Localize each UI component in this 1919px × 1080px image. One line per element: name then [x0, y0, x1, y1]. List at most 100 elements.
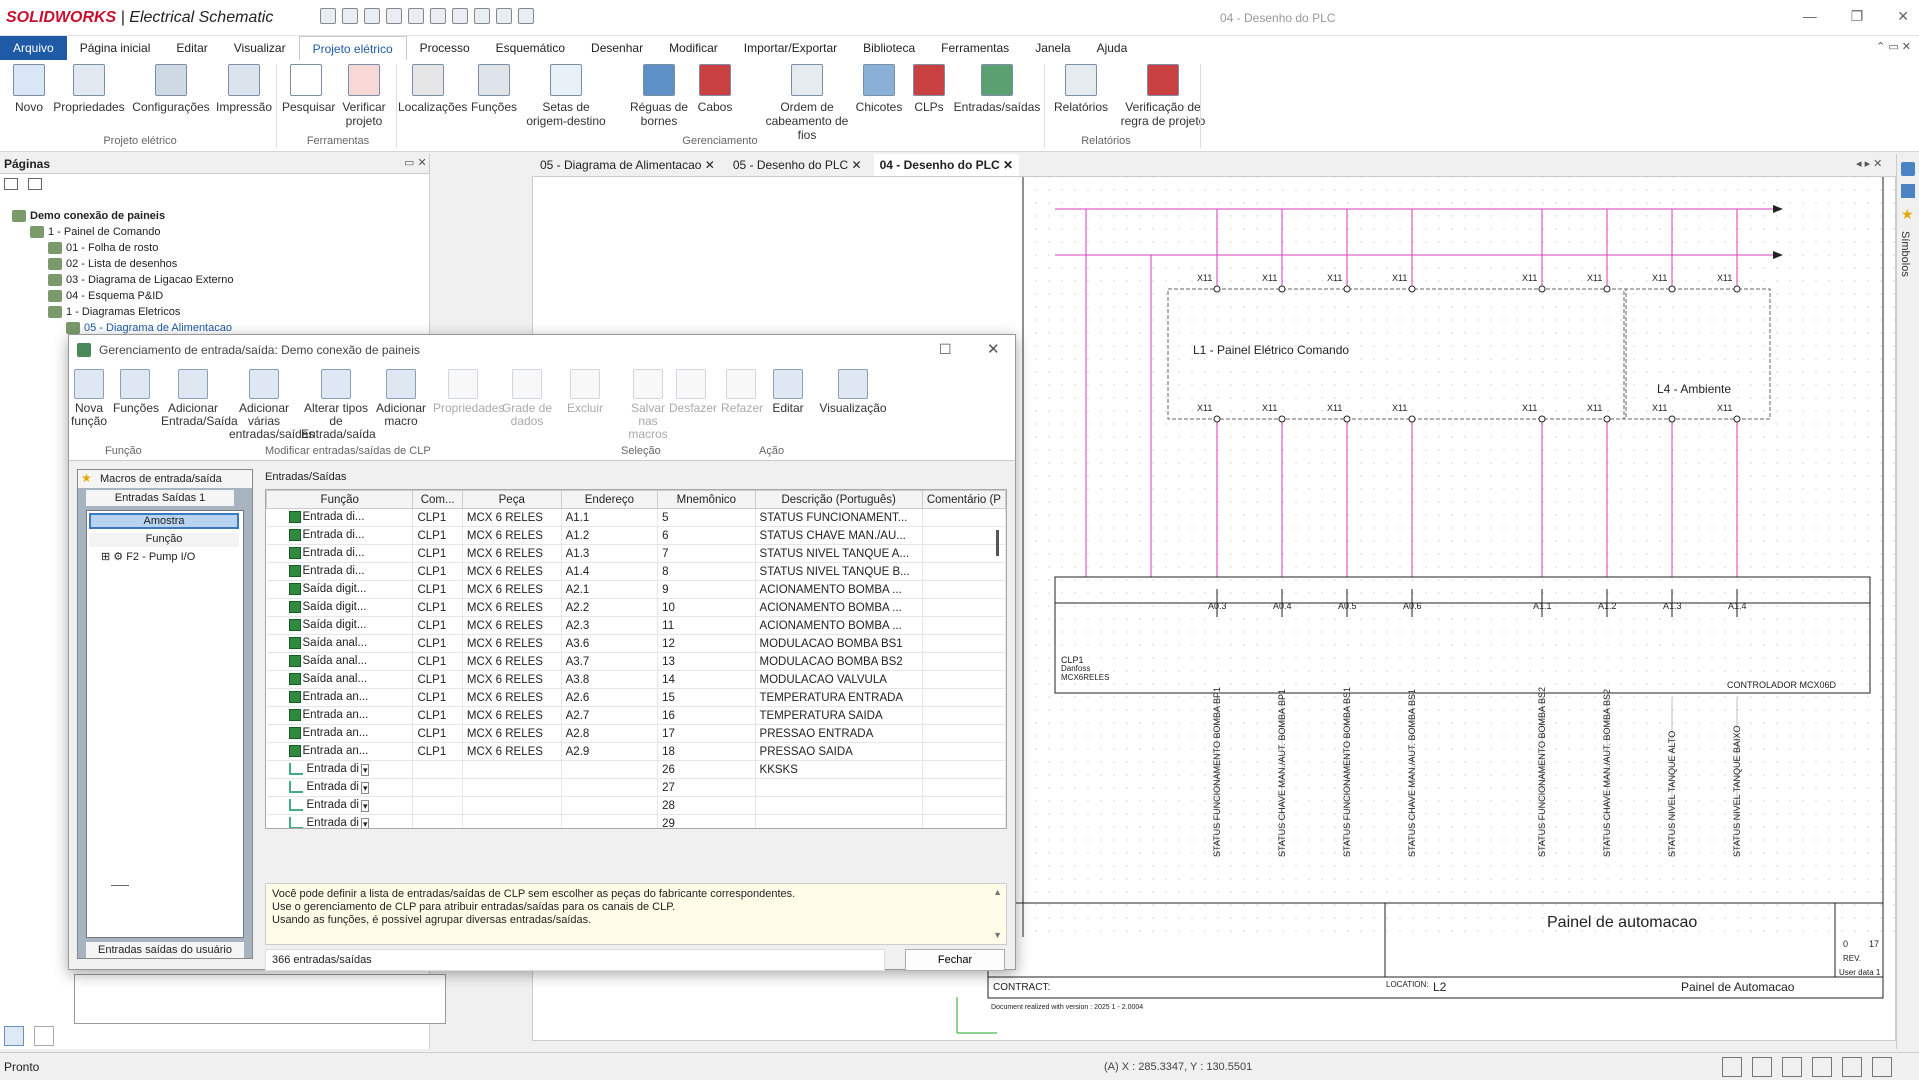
info-scroll-down-icon[interactable]: ▼	[993, 929, 1002, 942]
tree-view-icon[interactable]	[4, 178, 18, 190]
table-row[interactable]: Entrada an... CLP1 MCX 6 RELES A2.6 15 TEMPER…	[266, 688, 1006, 707]
restore-icon[interactable]: ❐	[1851, 8, 1864, 25]
home-icon[interactable]	[1901, 162, 1915, 176]
find-icon[interactable]	[518, 8, 534, 24]
tab-close-icon[interactable]: ✕	[848, 158, 862, 172]
ribbon-btn-1[interactable]: Propriedades	[52, 64, 126, 114]
table-row[interactable]: Saída digit... CLP1 MCX 6 RELES A2.1 9 ACIONA…	[266, 580, 1006, 599]
minimize-icon[interactable]: —	[1803, 8, 1817, 25]
close-icon[interactable]: ✕	[1897, 8, 1909, 25]
tree-item[interactable]: 03 - Diagrama de Ligacao Externo	[48, 272, 234, 288]
ribbon-btn-6[interactable]: Localizações	[398, 64, 467, 114]
table-row[interactable]: Entrada an... CLP1 MCX 6 RELES A2.7 16 TEMPER…	[266, 706, 1006, 725]
doc-tab-2[interactable]: 04 - Desenho do PLC ✕	[873, 154, 1020, 176]
menu-10[interactable]: Biblioteca	[850, 36, 928, 60]
menu-3[interactable]: Visualizar	[221, 36, 299, 60]
table-row[interactable]: Entrada di ▾ 29	[266, 814, 1006, 828]
tree-item[interactable]: 04 - Esquema P&ID	[48, 288, 163, 304]
preview-icon[interactable]	[4, 1026, 24, 1046]
tree-item[interactable]: 1 - Diagramas Eletricos	[48, 304, 180, 320]
menu-0[interactable]: Arquivo	[0, 36, 67, 60]
column-header[interactable]: Comentário (P	[921, 490, 1006, 509]
table-scrollbar[interactable]	[996, 530, 999, 556]
copy-icon[interactable]	[452, 8, 468, 24]
table-row[interactable]: Saída digit... CLP1 MCX 6 RELES A2.3 11 ACION…	[266, 616, 1006, 635]
column-header[interactable]: Endereço	[560, 490, 659, 509]
ortho-icon[interactable]	[1752, 1057, 1772, 1077]
ribbon-btn-12[interactable]: Chicotes	[854, 64, 904, 114]
table-row[interactable]: Saída anal... CLP1 MCX 6 RELES A3.6 12 MODULA…	[266, 634, 1006, 653]
table-row[interactable]: Entrada an... CLP1 MCX 6 RELES A2.8 17 PRESSA…	[266, 724, 1006, 743]
table-row[interactable]: Entrada an... CLP1 MCX 6 RELES A2.9 18 PRESSA…	[266, 742, 1006, 761]
page-view-icon[interactable]	[28, 178, 42, 190]
dialog-btn-3[interactable]: Adicionar várias entradas/saídas	[229, 369, 314, 441]
dropdown-icon[interactable]: ▾	[360, 763, 370, 776]
table-row[interactable]: Entrada di... CLP1 MCX 6 RELES A1.3 7 STATUS …	[266, 544, 1006, 563]
ribbon-controls[interactable]: ⌃ ▭ ✕	[1876, 40, 1911, 53]
tree-item[interactable]: 02 - Lista de desenhos	[48, 256, 177, 272]
ribbon-btn-2[interactable]: Configurações	[132, 64, 210, 114]
menu-2[interactable]: Editar	[163, 36, 220, 60]
column-header[interactable]: Mnemônico	[657, 490, 756, 509]
doc-tab-1[interactable]: 05 - Desenho do PLC ✕	[727, 154, 868, 176]
tree-item[interactable]: 01 - Folha de rosto	[48, 240, 158, 256]
column-header[interactable]: Função	[266, 490, 414, 509]
cut-icon[interactable]	[430, 8, 446, 24]
settings-icon[interactable]	[1872, 1057, 1892, 1077]
column-header[interactable]: Peça	[461, 490, 562, 509]
user-io-tab[interactable]: Entradas saídas do usuário	[86, 942, 244, 958]
dialog-btn-12[interactable]: Editar	[769, 369, 807, 415]
dialog-btn-5[interactable]: Adicionar macro	[373, 369, 429, 428]
new-icon[interactable]	[320, 8, 336, 24]
table-row[interactable]: Saída digit... CLP1 MCX 6 RELES A2.2 10 ACION…	[266, 598, 1006, 617]
tree-item[interactable]: Demo conexão de paineis	[12, 208, 165, 224]
ribbon-btn-13[interactable]: CLPs	[912, 64, 946, 114]
dialog-btn-1[interactable]: Funções	[113, 369, 159, 415]
io-tab-label[interactable]: Entradas Saídas 1	[86, 490, 234, 506]
paste-icon[interactable]	[474, 8, 490, 24]
column-header[interactable]: Com...	[412, 490, 463, 509]
pin-icon[interactable]: ▭ ✕	[404, 156, 427, 169]
ribbon-btn-5[interactable]: Verificar projeto	[340, 64, 388, 128]
star-icon[interactable]: ★	[1901, 206, 1915, 223]
zoom-icon[interactable]	[496, 8, 512, 24]
table-row[interactable]: Entrada di ▾ 27	[266, 778, 1006, 797]
save-icon[interactable]	[342, 8, 358, 24]
table-row[interactable]: Saída anal... CLP1 MCX 6 RELES A3.8 14 MODULA…	[266, 670, 1006, 689]
ribbon-btn-15[interactable]: Relatórios	[1052, 64, 1110, 114]
menu-8[interactable]: Modificar	[656, 36, 731, 60]
function-item[interactable]: ⊞ ⚙ F2 - Pump I/O	[101, 550, 195, 563]
dialog-btn-2[interactable]: Adicionar Entrada/Saída	[161, 369, 238, 428]
info-scroll-up-icon[interactable]: ▲	[993, 886, 1002, 899]
redo-icon[interactable]	[408, 8, 424, 24]
ribbon-btn-3[interactable]: Impressão	[214, 64, 274, 114]
tab-scroll-icon[interactable]: ◂ ▸ ✕	[1856, 157, 1882, 170]
menu-icon[interactable]	[1812, 1057, 1832, 1077]
sample-item[interactable]: Amostra	[89, 513, 239, 529]
menu-4[interactable]: Projeto elétrico	[298, 36, 407, 60]
refresh-icon[interactable]	[34, 1026, 54, 1046]
dialog-btn-13[interactable]: Visualização	[817, 369, 889, 415]
ribbon-btn-10[interactable]: Cabos	[694, 64, 736, 114]
dropdown-icon[interactable]: ▾	[360, 799, 370, 812]
menu-12[interactable]: Janela	[1022, 36, 1083, 60]
table-row[interactable]: Entrada di... CLP1 MCX 6 RELES A1.1 5 STATUS …	[266, 508, 1006, 527]
ribbon-btn-11[interactable]: Ordem de cabeamento de fios	[762, 64, 852, 142]
ribbon-btn-8[interactable]: Setas de origem-destino	[526, 64, 606, 128]
print-icon[interactable]	[364, 8, 380, 24]
ribbon-btn-7[interactable]: Funções	[470, 64, 518, 114]
undo-icon[interactable]	[386, 8, 402, 24]
table-row[interactable]: Entrada di ▾ 26 KKSKS	[266, 760, 1006, 779]
ribbon-btn-9[interactable]: Réguas de bornes	[628, 64, 690, 128]
menu-13[interactable]: Ajuda	[1084, 36, 1141, 60]
cursor-icon[interactable]	[1782, 1057, 1802, 1077]
ribbon-btn-14[interactable]: Entradas/saídas	[952, 64, 1042, 114]
menu-7[interactable]: Desenhar	[578, 36, 656, 60]
column-header[interactable]: Descrição (Português)	[754, 490, 923, 509]
tree-item[interactable]: 1 - Painel de Comando	[30, 224, 161, 240]
doc-tab-0[interactable]: 05 - Diagrama de Alimentacao ✕	[534, 154, 721, 176]
menu-5[interactable]: Processo	[407, 36, 483, 60]
list-icon[interactable]	[1901, 184, 1915, 198]
grid-icon[interactable]	[1722, 1057, 1742, 1077]
tab-close-icon[interactable]: ✕	[701, 158, 715, 172]
